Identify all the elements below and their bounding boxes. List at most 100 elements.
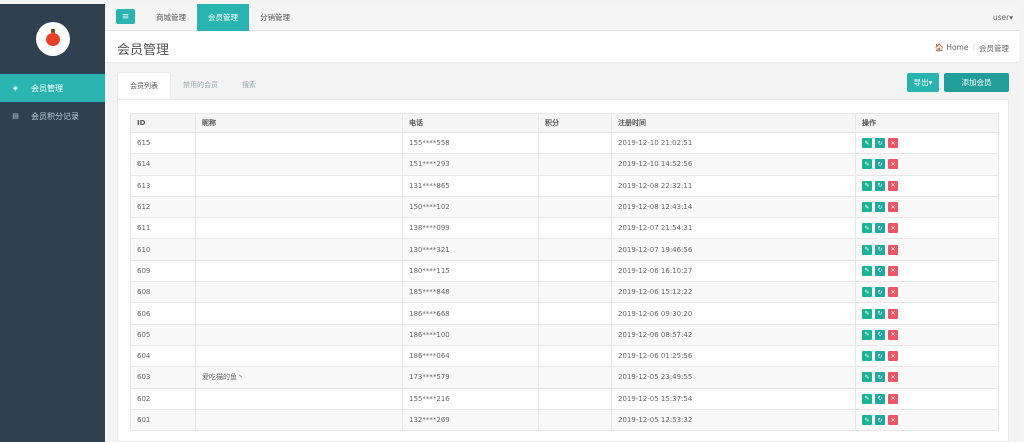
row-actions: ✎ ↻ ✕ (855, 281, 999, 304)
user-menu[interactable]: user▾ (993, 4, 1013, 31)
table-row: 614 151****293 2019-12-10 14:52:56 ✎ ↻ ✕ (130, 153, 999, 176)
topnav-item-2[interactable]: 分销管理 (249, 4, 301, 31)
row-actions: ✎ ↻ ✕ (855, 408, 999, 432)
row-actions: ✎ ↻ ✕ (855, 153, 999, 176)
table-cell: 2019-12-06 09:30:20 (611, 302, 856, 325)
table-cell (195, 302, 403, 325)
sidebar-item-1[interactable]: ▤ 会员积分记录 (0, 102, 105, 130)
refresh-icon[interactable]: ↻ (875, 287, 885, 298)
table-cell: 609 (130, 259, 196, 283)
refresh-icon[interactable]: ↻ (875, 372, 885, 383)
table-row: 605 186****100 2019-12-06 08:57:42 ✎ ↻ ✕ (130, 323, 999, 346)
tab-2[interactable]: 搜索 (230, 72, 268, 99)
table-cell: 2019-12-07 21:54:31 (611, 217, 856, 240)
edit-icon[interactable]: ✎ (862, 351, 872, 362)
breadcrumb: 🏠 Home / 会员管理 (935, 43, 1009, 54)
delete-icon[interactable]: ✕ (888, 329, 898, 340)
delete-icon[interactable]: ✕ (888, 138, 898, 149)
table-cell (538, 281, 612, 304)
table-cell: 186****668 (402, 302, 539, 325)
refresh-icon[interactable]: ↻ (875, 223, 885, 234)
refresh-icon[interactable]: ↻ (875, 415, 885, 425)
edit-icon[interactable]: ✎ (862, 159, 872, 170)
table-row: 610 130****321 2019-12-07 19:46:56 ✎ ↻ ✕ (130, 238, 999, 261)
refresh-icon[interactable]: ↻ (875, 159, 885, 170)
sidebar: ◈ 会员管理 ▤ 会员积分记录 (0, 4, 105, 442)
table-cell (195, 387, 403, 410)
table-cell: 130****321 (402, 238, 539, 261)
breadcrumb-home[interactable]: 🏠 Home (935, 43, 969, 54)
table-row: 601 132****269 2019-12-05 12:53:32 ✎ ↻ ✕ (130, 408, 999, 432)
table-cell: 602 (130, 387, 196, 410)
refresh-icon[interactable]: ↻ (875, 180, 885, 191)
delete-icon[interactable]: ✕ (888, 308, 898, 319)
table-cell (195, 259, 403, 283)
refresh-icon[interactable]: ↻ (875, 329, 885, 340)
delete-icon[interactable]: ✕ (888, 415, 898, 425)
table-cell (195, 174, 403, 197)
edit-icon[interactable]: ✎ (862, 287, 872, 298)
refresh-icon[interactable]: ↻ (875, 265, 885, 276)
edit-icon[interactable]: ✎ (862, 393, 872, 404)
add-member-button[interactable]: 添加会员 (944, 73, 1009, 92)
table-cell: 610 (130, 238, 196, 261)
table-body: 615 155****558 2019-12-10 21:02:51 ✎ ↻ ✕ 614 15… (130, 131, 999, 432)
table-row: 613 131****865 2019-12-08 22:32:11 ✎ ↻ ✕ (130, 174, 999, 197)
edit-icon[interactable]: ✎ (862, 265, 872, 276)
export-button[interactable]: 导出▾ (907, 73, 939, 92)
page-title: 会员管理 (117, 43, 170, 58)
topnav-item-0[interactable]: 商城管理 (145, 4, 197, 31)
refresh-icon[interactable]: ↻ (875, 308, 885, 319)
table-cell (195, 281, 403, 304)
edit-icon[interactable]: ✎ (862, 180, 872, 191)
edit-icon[interactable]: ✎ (862, 138, 872, 149)
delete-icon[interactable]: ✕ (888, 287, 898, 298)
delete-icon[interactable]: ✕ (888, 351, 898, 362)
table-cell: 2019-12-10 21:02:51 (611, 131, 856, 155)
refresh-icon[interactable]: ↻ (875, 393, 885, 404)
table-cell: 131****865 (402, 174, 539, 197)
refresh-icon[interactable]: ↻ (875, 244, 885, 255)
delete-icon[interactable]: ✕ (888, 223, 898, 234)
tab-1[interactable]: 禁用的会员 (171, 72, 230, 99)
table-cell (538, 302, 612, 325)
edit-icon[interactable]: ✎ (862, 415, 872, 425)
column-header: 操作 (855, 113, 999, 133)
menu-toggle-icon[interactable]: ≡ (116, 9, 135, 24)
table-cell (538, 217, 612, 240)
column-header: 昵称 (195, 113, 403, 133)
refresh-icon[interactable]: ↻ (875, 351, 885, 362)
table-cell: 爱吃猫的鱼丶 (195, 366, 403, 389)
table-row: 602 155****216 2019-12-05 15:37:54 ✎ ↻ ✕ (130, 387, 999, 410)
table-cell: 603 (130, 366, 196, 389)
sidebar-item-0[interactable]: ◈ 会员管理 (0, 74, 105, 102)
table-cell (195, 131, 403, 155)
edit-icon[interactable]: ✎ (862, 372, 872, 383)
table-cell (195, 238, 403, 261)
refresh-icon[interactable]: ↻ (875, 202, 885, 213)
delete-icon[interactable]: ✕ (888, 202, 898, 213)
table-row: 606 186****668 2019-12-06 09:30:20 ✎ ↻ ✕ (130, 302, 999, 325)
table-cell (538, 323, 612, 346)
edit-icon[interactable]: ✎ (862, 308, 872, 319)
table-cell: 155****558 (402, 131, 539, 155)
delete-icon[interactable]: ✕ (888, 244, 898, 255)
top-nav: 商城管理 会员管理 分销管理 (145, 4, 301, 31)
table-cell: 612 (130, 195, 196, 219)
row-actions: ✎ ↻ ✕ (855, 195, 999, 219)
edit-icon[interactable]: ✎ (862, 202, 872, 213)
tab-0[interactable]: 会员列表 (117, 72, 171, 99)
table-cell (195, 153, 403, 176)
delete-icon[interactable]: ✕ (888, 393, 898, 404)
edit-icon[interactable]: ✎ (862, 223, 872, 234)
delete-icon[interactable]: ✕ (888, 180, 898, 191)
delete-icon[interactable]: ✕ (888, 372, 898, 383)
refresh-icon[interactable]: ↻ (875, 138, 885, 149)
list-icon: ▤ (12, 112, 19, 120)
edit-icon[interactable]: ✎ (862, 329, 872, 340)
delete-icon[interactable]: ✕ (888, 159, 898, 170)
topnav-item-1[interactable]: 会员管理 (197, 4, 249, 31)
delete-icon[interactable]: ✕ (888, 265, 898, 276)
edit-icon[interactable]: ✎ (862, 244, 872, 255)
table-row: 609 180****115 2019-12-06 16:10:27 ✎ ↻ ✕ (130, 259, 999, 283)
